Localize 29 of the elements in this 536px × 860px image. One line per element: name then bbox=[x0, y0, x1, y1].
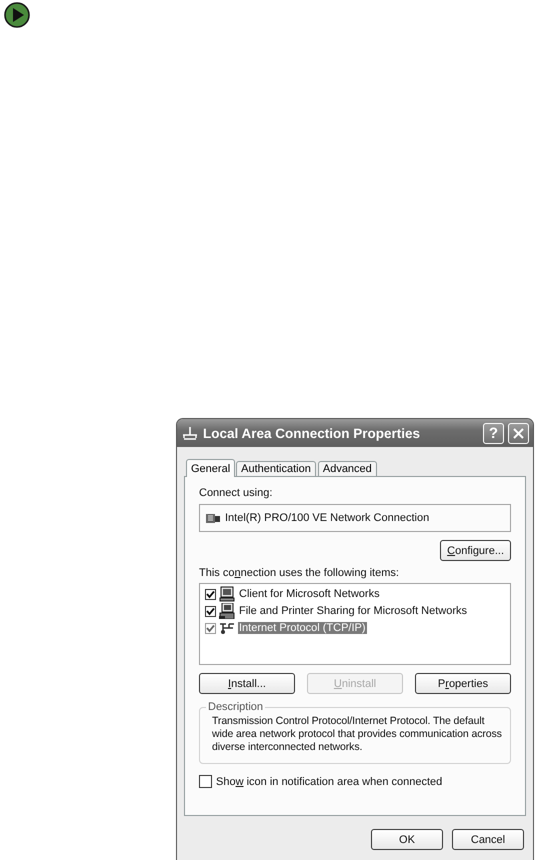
network-icon bbox=[181, 426, 199, 440]
play-icon bbox=[4, 2, 30, 28]
action-button[interactable]: Install... bbox=[199, 673, 295, 694]
computer-icon bbox=[219, 603, 235, 619]
checkbox[interactable] bbox=[205, 622, 216, 634]
description-text: Transmission Control Protocol/Internet Protocol. The default wide area network protocol that provides communication across diverse interconnected networks. bbox=[212, 715, 503, 754]
network-card-icon bbox=[206, 512, 220, 524]
adapter-name: Intel(R) PRO/100 VE Network Connection bbox=[225, 512, 430, 524]
checkbox[interactable] bbox=[205, 588, 216, 600]
checkbox-label: Show icon in notification area when connected bbox=[216, 776, 442, 788]
action-button[interactable]: Properties bbox=[415, 673, 511, 694]
tab[interactable]: Advanced bbox=[318, 461, 377, 476]
computer-icon bbox=[219, 586, 235, 602]
tab[interactable]: General bbox=[186, 459, 236, 477]
field-label: Connect using: bbox=[199, 487, 274, 499]
tab[interactable]: Authentication bbox=[236, 461, 316, 476]
dialog-button[interactable]: Cancel bbox=[452, 829, 524, 850]
configure-button[interactable]: Configure... bbox=[440, 540, 511, 561]
close-icon bbox=[513, 428, 524, 438]
window-title: Local Area Connection Properties bbox=[203, 426, 422, 440]
list-item[interactable]: File and Printer Sharing for Microsoft Networks bbox=[238, 605, 468, 617]
checkbox[interactable] bbox=[199, 775, 212, 788]
list-item[interactable]: Client for Microsoft Networks bbox=[238, 588, 381, 600]
group-title: Description bbox=[207, 701, 264, 713]
dialog-button[interactable]: OK bbox=[371, 829, 443, 850]
checkbox[interactable] bbox=[205, 606, 216, 616]
list-label: This connection uses the following items: bbox=[199, 567, 400, 579]
close-button[interactable] bbox=[508, 422, 529, 444]
list-item[interactable]: Internet Protocol (TCP/IP) bbox=[238, 622, 367, 634]
